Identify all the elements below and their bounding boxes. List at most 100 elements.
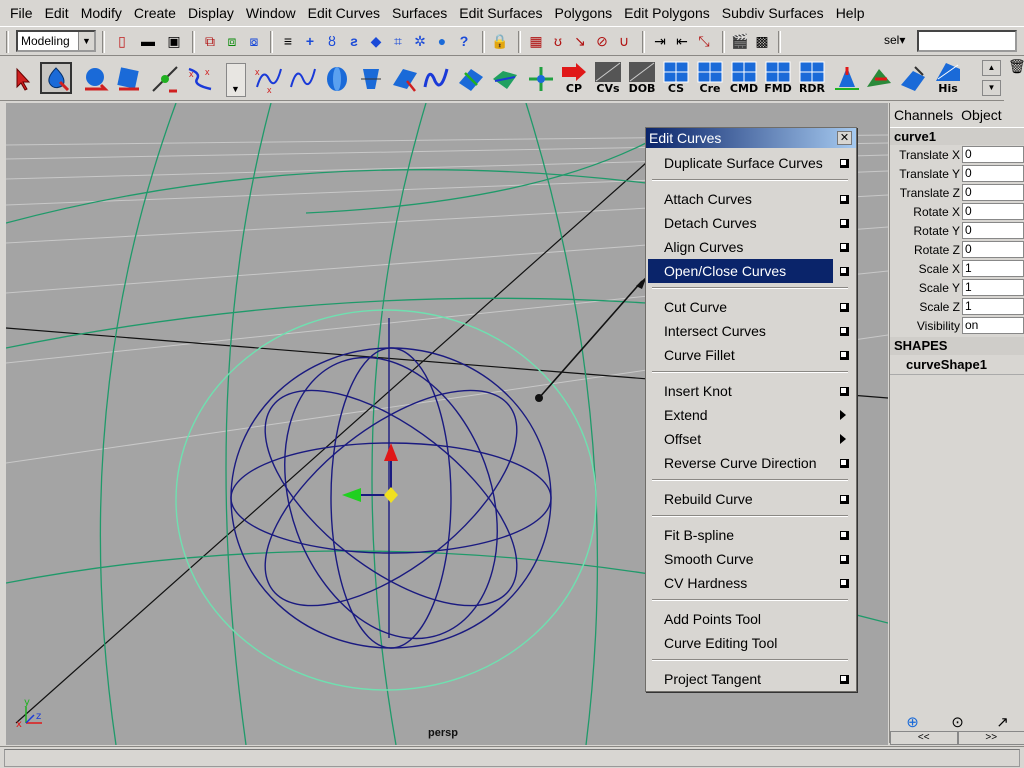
layer-arrow-icon[interactable]: ↗ (996, 713, 1009, 731)
menu-item-curve-fillet[interactable]: Curve Fillet (648, 343, 833, 367)
planar-icon[interactable] (388, 62, 420, 94)
shape-node[interactable]: curveShape1 (890, 355, 1024, 375)
open-scene-icon[interactable]: ▬ (138, 31, 158, 51)
menu-subdiv-surfaces[interactable]: Subdiv Surfaces (716, 2, 830, 24)
new-layer-icon[interactable]: ⊕ (906, 713, 919, 731)
option-box-icon[interactable] (840, 195, 849, 204)
quick-selection-input[interactable] (917, 30, 1017, 52)
attr-rotate-y[interactable]: Rotate Y0 (890, 221, 1024, 240)
close-button[interactable]: ✕ (837, 131, 852, 145)
select-object-icon[interactable]: ⧈ (222, 31, 242, 51)
option-box-icon[interactable] (840, 459, 849, 468)
boundary-icon[interactable] (488, 62, 520, 94)
menu-modify[interactable]: Modify (75, 2, 128, 24)
shelf-cmd[interactable]: CMD (728, 61, 760, 95)
attr-value[interactable]: 0 (962, 241, 1024, 258)
select-handles-icon[interactable]: + (300, 31, 320, 51)
menu-file[interactable]: File (4, 2, 39, 24)
shelf-scroll-up[interactable]: ▲ (982, 60, 1001, 76)
select-dynamics-icon[interactable]: ✲ (410, 31, 430, 51)
menu-edit-surfaces[interactable]: Edit Surfaces (453, 2, 548, 24)
ipr-render-icon[interactable]: ▩ (752, 31, 772, 51)
cone-manipulator-icon[interactable] (830, 62, 862, 94)
attr-value[interactable]: 1 (962, 298, 1024, 315)
menu-item-intersect-curves[interactable]: Intersect Curves (648, 319, 833, 343)
selection-mask-icon[interactable]: ≡ (278, 31, 298, 51)
menu-item-open-close-curves[interactable]: Open/Close Curves (648, 259, 833, 283)
option-box-icon[interactable] (840, 579, 849, 588)
attr-translate-x[interactable]: Translate X0 (890, 145, 1024, 164)
attr-value[interactable]: on (962, 317, 1024, 334)
option-box-icon[interactable] (840, 219, 849, 228)
attr-visibility[interactable]: Visibility on (890, 316, 1024, 335)
snap-grid-icon[interactable]: ▦ (526, 31, 546, 51)
menu-item-offset[interactable]: Offset (648, 427, 833, 451)
menu-item-insert-knot[interactable]: Insert Knot (648, 379, 833, 403)
select-misc-icon[interactable]: ? (454, 31, 474, 51)
attr-value[interactable]: 1 (962, 279, 1024, 296)
option-box-icon[interactable] (840, 159, 849, 168)
shelf-menu-button[interactable]: ▼ (226, 63, 246, 97)
shelf-fmd[interactable]: FMD (762, 61, 794, 95)
layer-options-icon[interactable]: ⊙ (951, 713, 964, 731)
menu-help[interactable]: Help (830, 2, 871, 24)
cv-curve-tool-icon[interactable]: xx (252, 62, 284, 95)
menu-item-smooth-curve[interactable]: Smooth Curve (648, 547, 833, 571)
show-manipulator-icon[interactable]: xx (184, 62, 216, 94)
menu-item-extend[interactable]: Extend (648, 403, 833, 427)
attr-translate-y[interactable]: Translate Y0 (890, 164, 1024, 183)
option-box-icon[interactable] (840, 351, 849, 360)
shelf-cre[interactable]: Cre (694, 61, 726, 95)
menu-item-cut-curve[interactable]: Cut Curve (648, 295, 833, 319)
menu-surfaces[interactable]: Surfaces (386, 2, 453, 24)
select-curves-icon[interactable]: ƨ (344, 31, 364, 51)
menu-item-rebuild-curve[interactable]: Rebuild Curve (648, 487, 833, 511)
menu-edit[interactable]: Edit (39, 2, 75, 24)
quick-selection-label[interactable]: sel▾ (884, 33, 905, 47)
menu-item-project-tangent[interactable]: Project Tangent (648, 667, 833, 691)
menu-item-curve-editing-tool[interactable]: Curve Editing Tool (648, 631, 833, 655)
menu-item-reverse-curve-direction[interactable]: Reverse Curve Direction (648, 451, 833, 475)
menu-polygons[interactable]: Polygons (549, 2, 619, 24)
snap-view-plane-icon[interactable]: ⊘ (592, 31, 612, 51)
option-box-icon[interactable] (840, 267, 849, 276)
input-history-icon[interactable]: ⇥ (650, 31, 670, 51)
shelf-dob[interactable]: DOB (626, 61, 658, 95)
attr-value[interactable]: 0 (962, 184, 1024, 201)
menu-item-align-curves[interactable]: Align Curves (648, 235, 833, 259)
option-box-icon[interactable] (840, 531, 849, 540)
option-box-icon[interactable] (840, 675, 849, 684)
attr-value[interactable]: 0 (962, 222, 1024, 239)
nav-next-button[interactable]: >> (957, 731, 1024, 745)
attr-rotate-x[interactable]: Rotate X0 (890, 202, 1024, 221)
menu-item-cv-hardness[interactable]: CV Hardness (648, 571, 833, 595)
extrude-icon[interactable] (420, 62, 452, 94)
option-box-icon[interactable] (840, 495, 849, 504)
menu-edit-curves[interactable]: Edit Curves (302, 2, 386, 24)
select-rendering-icon[interactable]: ● (432, 31, 452, 51)
output-history-icon[interactable]: ⇤ (672, 31, 692, 51)
tab-channels[interactable]: Channels (894, 107, 953, 123)
attr-value[interactable]: 0 (962, 146, 1024, 163)
shelf-scroll-down[interactable]: ▼ (982, 80, 1001, 96)
option-box-icon[interactable] (840, 327, 849, 336)
select-hierarchy-icon[interactable]: ⧉ (200, 31, 220, 51)
rotate-tool-icon[interactable] (112, 62, 144, 94)
shelf-cp[interactable]: CP (558, 61, 590, 95)
menu-edit-polygons[interactable]: Edit Polygons (618, 2, 716, 24)
tab-object[interactable]: Object (961, 107, 1001, 123)
attr-scale-z[interactable]: Scale Z1 (890, 297, 1024, 316)
lasso-tool-icon[interactable] (40, 62, 72, 94)
shelf-cs[interactable]: CS (660, 61, 692, 95)
menu-item-fit-b-spline[interactable]: Fit B-spline (648, 523, 833, 547)
shelf-his[interactable]: His (932, 61, 964, 95)
menu-item-add-points-tool[interactable]: Add Points Tool (648, 607, 833, 631)
nav-prev-button[interactable]: << (890, 731, 958, 745)
option-box-icon[interactable] (840, 243, 849, 252)
menu-item-detach-curves[interactable]: Detach Curves (648, 211, 833, 235)
option-box-icon[interactable] (840, 555, 849, 564)
ep-curve-tool-icon[interactable] (286, 62, 318, 94)
menu-display[interactable]: Display (182, 2, 240, 24)
select-tool-icon[interactable] (6, 62, 38, 94)
new-scene-icon[interactable]: ▯ (112, 31, 132, 51)
